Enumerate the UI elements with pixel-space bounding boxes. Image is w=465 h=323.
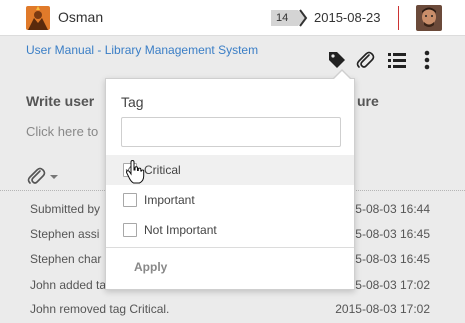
- chevron-right-icon: [299, 9, 308, 27]
- count-badge: 14: [271, 10, 305, 26]
- avatar-image-icon: [26, 6, 50, 30]
- history-text: John added ta: [30, 278, 107, 292]
- history-timestamp: 2015-08-03 17:02: [335, 302, 430, 316]
- history-text: John removed tag Critical.: [30, 302, 170, 316]
- history-item: John removed tag Critical. 2015-08-03 17…: [0, 296, 465, 321]
- assignee-avatar[interactable]: [416, 5, 442, 31]
- more-vertical-icon[interactable]: [416, 49, 438, 71]
- tag-option-label: Not Important: [144, 223, 217, 237]
- username[interactable]: Osman: [58, 9, 103, 25]
- popup-divider: [106, 247, 354, 248]
- list-icon[interactable]: [386, 49, 408, 71]
- history-text: Stephen char: [30, 252, 102, 266]
- header-date: 2015-08-23: [314, 10, 381, 25]
- tag-icon[interactable]: [326, 49, 348, 71]
- tag-option-not-important[interactable]: Not Important: [106, 215, 354, 245]
- checkbox[interactable]: [123, 193, 137, 207]
- attach-dropdown[interactable]: [26, 166, 62, 188]
- person-photo-icon: [416, 5, 442, 31]
- history-text: Stephen assi: [30, 227, 100, 241]
- user-avatar[interactable]: [26, 6, 50, 30]
- paperclip-icon: [27, 167, 58, 184]
- paperclip-icon[interactable]: [354, 49, 376, 71]
- breadcrumb-link[interactable]: User Manual - Library Management System: [26, 43, 258, 57]
- comment-placeholder[interactable]: Click here to: [26, 124, 98, 139]
- tag-option-label: Important: [144, 193, 195, 207]
- tag-dropdown-title: Tag: [121, 94, 144, 110]
- apply-button[interactable]: Apply: [134, 260, 167, 274]
- checkbox[interactable]: [123, 223, 137, 237]
- popup-caret-fill: [333, 71, 351, 80]
- chevron-down-icon: [50, 175, 58, 179]
- comment-heading-tail: ure: [357, 93, 379, 109]
- hand-cursor-icon: [125, 160, 145, 184]
- top-header: Osman 14 2015-08-23: [0, 0, 465, 36]
- tag-dropdown: Tag ✓ Critical Important Not Important A…: [105, 69, 355, 290]
- history-text: Submitted by: [30, 202, 101, 216]
- header-divider: [398, 6, 399, 30]
- tag-option-label: Critical: [144, 163, 181, 177]
- tag-option-important[interactable]: Important: [106, 185, 354, 215]
- comment-heading: Write user: [26, 93, 95, 109]
- tag-search-input[interactable]: [121, 117, 341, 147]
